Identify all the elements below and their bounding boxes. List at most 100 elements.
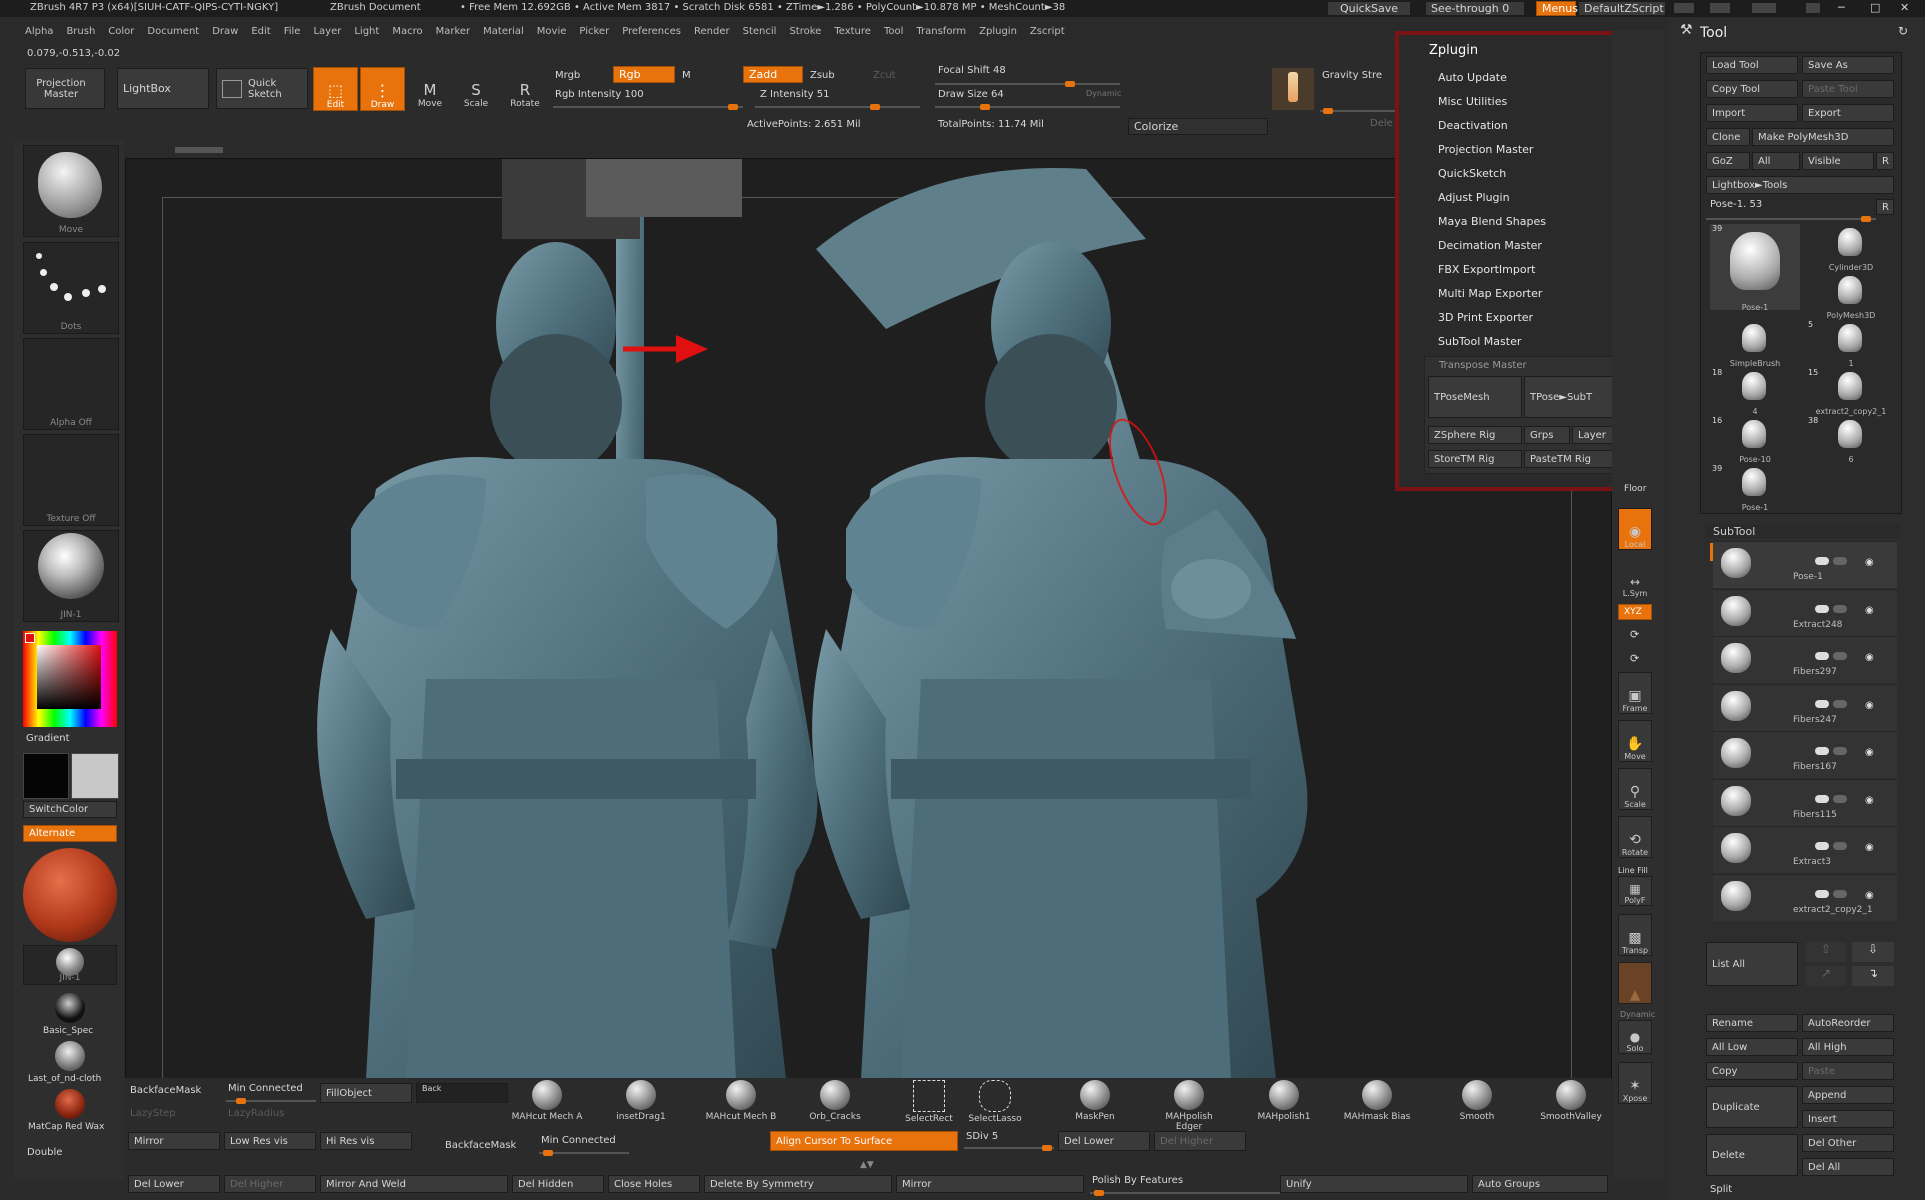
rgb-button[interactable]: Rgb [613,66,675,83]
brush-smooth[interactable]: Smooth [1440,1078,1514,1130]
zplugin-item[interactable]: Auto Update [1438,71,1507,84]
zplugin-item[interactable]: QuickSketch [1438,167,1506,180]
move-button[interactable]: M Move [412,67,448,109]
slider-knob[interactable] [870,104,880,110]
zplugin-item[interactable]: SubTool Master [1438,335,1521,348]
menu-zscript[interactable]: Zscript [1030,26,1065,37]
goz-visible-button[interactable]: Visible [1802,152,1874,170]
subtool-row[interactable]: ◉ Extract3 [1713,826,1897,873]
merge-up-icon[interactable]: ↗ [1806,966,1846,986]
stroke-dots-swatch[interactable]: Dots [23,242,119,334]
menu-movie[interactable]: Movie [537,26,567,37]
brush-mahcut-mech-a[interactable]: MAHcut Mech A [510,1078,584,1130]
brush-mahmask-bias[interactable]: MAHmask Bias [1340,1078,1414,1130]
slider-knob[interactable] [728,104,738,110]
tool-thumbnail[interactable]: 51 [1806,320,1896,368]
menu-transform[interactable]: Transform [916,26,966,37]
tpose-subt-button[interactable]: TPose►SubT [1524,376,1618,418]
zsphere-rig-button[interactable]: ZSphere Rig [1428,426,1522,444]
subtool-row[interactable]: ◉ Fibers167 [1713,731,1897,778]
mirror-button[interactable]: Mirror [128,1132,220,1150]
visibility-eye-icon[interactable]: ◉ [1815,645,1885,663]
menu-picker[interactable]: Picker [579,26,609,37]
menu-alpha[interactable]: Alpha [25,26,53,37]
delete-button[interactable]: Dele [1370,118,1393,129]
goz-r-button[interactable]: R [1876,152,1894,170]
main-color-swatch[interactable] [23,753,69,799]
zsub-button[interactable]: Zsub [810,70,835,81]
all-high-button[interactable]: All High [1802,1038,1894,1056]
rotate-z-icon[interactable]: ⟳ [1630,652,1639,665]
visibility-eye-icon[interactable]: ◉ [1815,835,1885,853]
zplugin-item[interactable]: Deactivation [1438,119,1508,132]
insert-button[interactable]: Insert [1802,1110,1894,1128]
layout-icon[interactable] [1752,3,1776,13]
layout-icon[interactable] [1710,3,1730,13]
align-cursor-button[interactable]: Align Cursor To Surface [770,1131,958,1151]
paste-tool-button[interactable]: Paste Tool [1802,80,1894,98]
canvas-scrollbar[interactable] [128,146,1308,154]
red-wax-sphere-icon[interactable] [55,1089,85,1119]
menu-marker[interactable]: Marker [436,26,471,37]
double-button[interactable]: Double [27,1147,62,1158]
subtool-row[interactable]: ◉ Fibers247 [1713,683,1897,731]
brush-scroll-icon[interactable]: ▲▼ [860,1160,874,1170]
brush-smoothvalley[interactable]: SmoothValley [1534,1078,1608,1130]
del-lower-button[interactable]: Del Lower [1058,1131,1150,1151]
del-hidden-button[interactable]: Del Hidden [512,1175,604,1193]
lightbox-button[interactable]: LightBox [117,68,209,109]
local-button[interactable]: ◉ Local [1618,508,1652,550]
goz-button[interactable]: GoZ [1706,152,1750,170]
secondary-color-swatch[interactable] [71,753,119,799]
close-holes-button[interactable]: Close Holes [608,1175,700,1193]
subtool-row[interactable]: ◉ Fibers297 [1713,636,1897,683]
document-canvas[interactable] [125,158,1612,1080]
zplugin-item[interactable]: 3D Print Exporter [1438,311,1533,324]
subtool-row[interactable]: ◉ extract2_copy2_1 [1713,873,1897,921]
layout-icon[interactable] [1674,3,1694,13]
defaultzscript-button[interactable]: DefaultZScript [1578,1,1666,16]
gravity-track[interactable] [1320,108,1400,114]
focal-shift-slider[interactable]: Focal Shift 48 [938,65,1006,76]
lsym-button[interactable]: ↔ L.Sym [1618,556,1652,598]
sdiv-slider[interactable]: SDiv 5 [966,1131,998,1142]
del-higher-button[interactable]: Del Higher [1154,1131,1246,1151]
brush-orb-cracks[interactable]: Orb_Cracks [798,1078,872,1130]
slider-knob[interactable] [236,1098,246,1104]
backfacemask-toggle[interactable]: BackfaceMask [130,1085,201,1096]
hi-res-vis-button[interactable]: Hi Res vis [320,1132,412,1150]
visibility-eye-icon[interactable]: ◉ [1815,550,1885,568]
mirror-button-2[interactable]: Mirror [896,1175,1084,1193]
fillobject-button[interactable]: FillObject [320,1083,412,1103]
visibility-eye-icon[interactable]: ◉ [1815,693,1885,711]
cloth-sphere-icon[interactable] [55,1041,85,1071]
visibility-eye-icon[interactable]: ◉ [1815,788,1885,806]
zplugin-item[interactable]: Decimation Master [1438,239,1542,252]
move-up-icon[interactable]: ⇧ [1806,942,1846,962]
gradient-toggle[interactable]: Gradient [26,733,70,744]
panel-settings-icon[interactable]: ↻ [1898,24,1908,38]
tool-thumbnail[interactable]: 39 Pose-1 [1710,224,1800,312]
brush-move-swatch[interactable]: Move [23,145,119,237]
autoreorder-button[interactable]: AutoReorder [1802,1014,1894,1032]
subtool-row[interactable]: ◉ Fibers115 [1713,778,1897,826]
minimize-icon[interactable]: ─ [1838,1,1845,14]
del-lower-button-2[interactable]: Del Lower [128,1175,220,1193]
visibility-eye-icon[interactable]: ◉ [1815,598,1885,616]
zadd-button[interactable]: Zadd [743,66,803,83]
zplugin-item[interactable]: FBX ExportImport [1438,263,1535,276]
make-polymesh-button[interactable]: Make PolyMesh3D [1752,128,1894,146]
tposemesh-button[interactable]: TPoseMesh [1428,376,1522,418]
import-button[interactable]: Import [1706,104,1798,122]
color-square[interactable] [37,645,101,709]
del-all-button[interactable]: Del All [1802,1158,1894,1176]
projection-master-button[interactable]: Projection Master [25,68,105,109]
texture-swatch[interactable]: Texture Off [23,434,119,526]
basic-spec-sphere-icon[interactable] [55,993,85,1023]
tool-thumbnail[interactable]: SimpleBrush [1710,320,1800,368]
zplugin-item[interactable]: Misc Utilities [1438,95,1507,108]
goz-all-button[interactable]: All [1752,152,1800,170]
subtool-row[interactable]: ◉ Extract248 [1713,588,1897,636]
slider-knob[interactable] [1094,1190,1104,1196]
menu-preferences[interactable]: Preferences [622,26,681,37]
